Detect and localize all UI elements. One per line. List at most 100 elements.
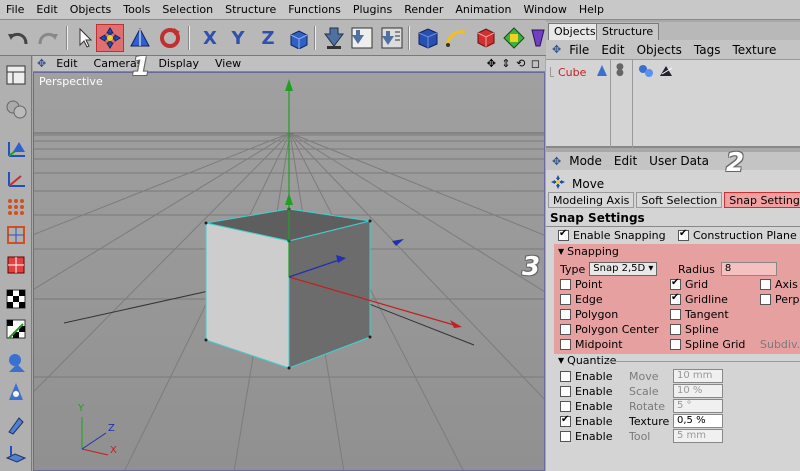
texture-axis-icon[interactable] [3,316,29,342]
rotate-tool-icon[interactable] [156,24,184,52]
render-picture-viewer-icon[interactable] [348,24,376,52]
attribute-manager-pin-icon[interactable]: ✥ [546,155,563,168]
tab-structure[interactable]: Structure [596,23,660,40]
construction-plane-checkbox[interactable] [678,228,689,241]
quantize-tool-field[interactable]: 5 mm [673,429,723,443]
quantize-rotate-checkbox[interactable] [560,400,571,412]
object-menu-tags[interactable]: Tags [688,43,727,57]
cube-primitive-icon[interactable] [414,24,442,52]
move-tool-icon[interactable] [96,24,124,52]
quantize-tool-checkbox[interactable] [560,430,571,442]
menu-window[interactable]: Window [517,3,572,16]
menu-animation[interactable]: Animation [449,3,517,16]
viewport-menu-display[interactable]: Display [150,57,207,70]
material-tag-icon[interactable] [638,64,654,81]
object-menu-file[interactable]: File [563,43,595,57]
viewport-menu-edit[interactable]: Edit [48,57,85,70]
menu-plugins[interactable]: Plugins [347,3,398,16]
nurbs-icon[interactable] [472,24,500,52]
polygons-mode-icon[interactable] [3,252,29,278]
enable-snapping-row[interactable]: Enable Snapping [558,228,666,242]
viewport-pin-icon[interactable]: ✥ [33,57,48,70]
snap-option-perpendicular[interactable]: Perpe [760,293,800,306]
menu-structure[interactable]: Structure [219,3,282,16]
snap-option-tangent[interactable]: Tangent [670,308,729,321]
object-menu-texture[interactable]: Texture [726,43,782,57]
sculpt-icon[interactable] [3,350,29,376]
z-axis-lock-icon[interactable]: Z [254,24,282,52]
snap-option-spline[interactable]: Spline [670,323,719,336]
enable-snapping-checkbox[interactable] [558,228,569,241]
object-mode-icon[interactable] [3,166,29,192]
menu-selection[interactable]: Selection [156,3,219,16]
quantize-texture-checkbox[interactable] [560,414,571,427]
spline-pen-icon[interactable] [442,24,470,52]
points-mode-icon[interactable] [3,194,29,220]
viewport-nav-icons[interactable]: ✥ ⇕ ⟲ ◻ [487,57,541,70]
model-mode-icon[interactable] [3,96,29,122]
object-list: Cube ● ● [546,60,800,148]
snap-radius-field[interactable]: 8 [720,262,777,276]
quantize-scale-field[interactable]: 10 % [673,384,723,398]
undo-icon[interactable] [4,24,32,52]
attr-menu-edit[interactable]: Edit [608,154,643,168]
x-axis-lock-icon[interactable]: X [196,24,224,52]
redo-icon[interactable] [34,24,62,52]
quantize-move-checkbox[interactable] [560,370,571,382]
tab-snap-settings[interactable]: Snap Settings [724,192,800,208]
visibility-dots-icon[interactable]: ● ● [616,63,624,78]
texture-tag-icon[interactable] [658,64,674,81]
snap-option-edge[interactable]: Edge [560,293,603,306]
tweak-mode-icon[interactable] [3,378,29,404]
snap-option-gridline[interactable]: Gridline [670,292,728,306]
menu-help[interactable]: Help [573,3,610,16]
menu-edit[interactable]: Edit [30,3,63,16]
viewport-menu-view[interactable]: View [207,57,249,70]
render-settings-icon[interactable] [378,24,406,52]
paint-icon[interactable] [3,412,29,438]
object-manager-pin-icon[interactable]: ✥ [546,43,563,56]
snap-option-point[interactable]: Point [560,278,602,291]
quantize-move-field[interactable]: 10 mm [673,369,723,383]
annotation-number: 3 [522,252,541,282]
attr-menu-user-data[interactable]: User Data [643,154,715,168]
menu-objects[interactable]: Objects [64,3,118,16]
scale-tool-icon[interactable] [126,24,154,52]
quantize-texture-field[interactable]: 0,5 % [673,414,723,428]
tab-modeling-axis[interactable]: Modeling Axis [548,192,635,208]
snap-option-polygon-center[interactable]: Polygon Center [560,323,659,336]
snap-option-spline-grid[interactable]: Spline Grid [670,338,745,351]
snap-option-polygon[interactable]: Polygon [560,308,618,321]
list-item[interactable]: Cube [550,64,586,80]
texture-mode-icon[interactable] [3,286,29,312]
menu-functions[interactable]: Functions [282,3,347,16]
edges-mode-icon[interactable] [3,222,29,248]
tab-objects[interactable]: Objects [548,23,602,40]
y-axis-lock-icon[interactable]: Y [224,24,252,52]
snap-option-grid[interactable]: Grid [670,277,708,291]
object-axis-icon[interactable] [3,136,29,162]
perspective-viewport[interactable]: Perspective Y X Z [33,72,545,471]
construction-plane-row[interactable]: Construction Plane [678,228,797,242]
render-view-icon[interactable] [320,24,348,52]
attr-menu-mode[interactable]: Mode [563,154,608,168]
snap-option-axis[interactable]: Axis [760,278,798,291]
menu-tools[interactable]: Tools [117,3,156,16]
workplane-icon[interactable] [3,440,29,466]
snap-type-dropdown[interactable]: Snap 2,5D ▾ [589,262,658,276]
annotation-number: 2 [726,148,745,178]
menu-file[interactable]: File [0,3,30,16]
quantize-rotate-field[interactable]: 5 ° [673,399,723,413]
quantize-scale-checkbox[interactable] [560,385,571,397]
menu-render[interactable]: Render [398,3,449,16]
tab-soft-selection[interactable]: Soft Selection [636,192,723,208]
object-menu-edit[interactable]: Edit [595,43,630,57]
coordinate-system-icon[interactable] [284,24,312,52]
layout-icon[interactable] [3,62,29,88]
snapping-group-header[interactable]: ▼ Snapping [558,245,619,258]
attribute-tabs: Modeling Axis Soft Selection Snap Settin… [548,192,800,210]
object-menu-objects[interactable]: Objects [631,43,688,57]
attribute-manager-menubar: ✥ Mode Edit User Data [546,152,800,170]
object-name[interactable]: Cube [558,66,586,79]
snap-option-midpoint[interactable]: Midpoint [560,338,623,351]
